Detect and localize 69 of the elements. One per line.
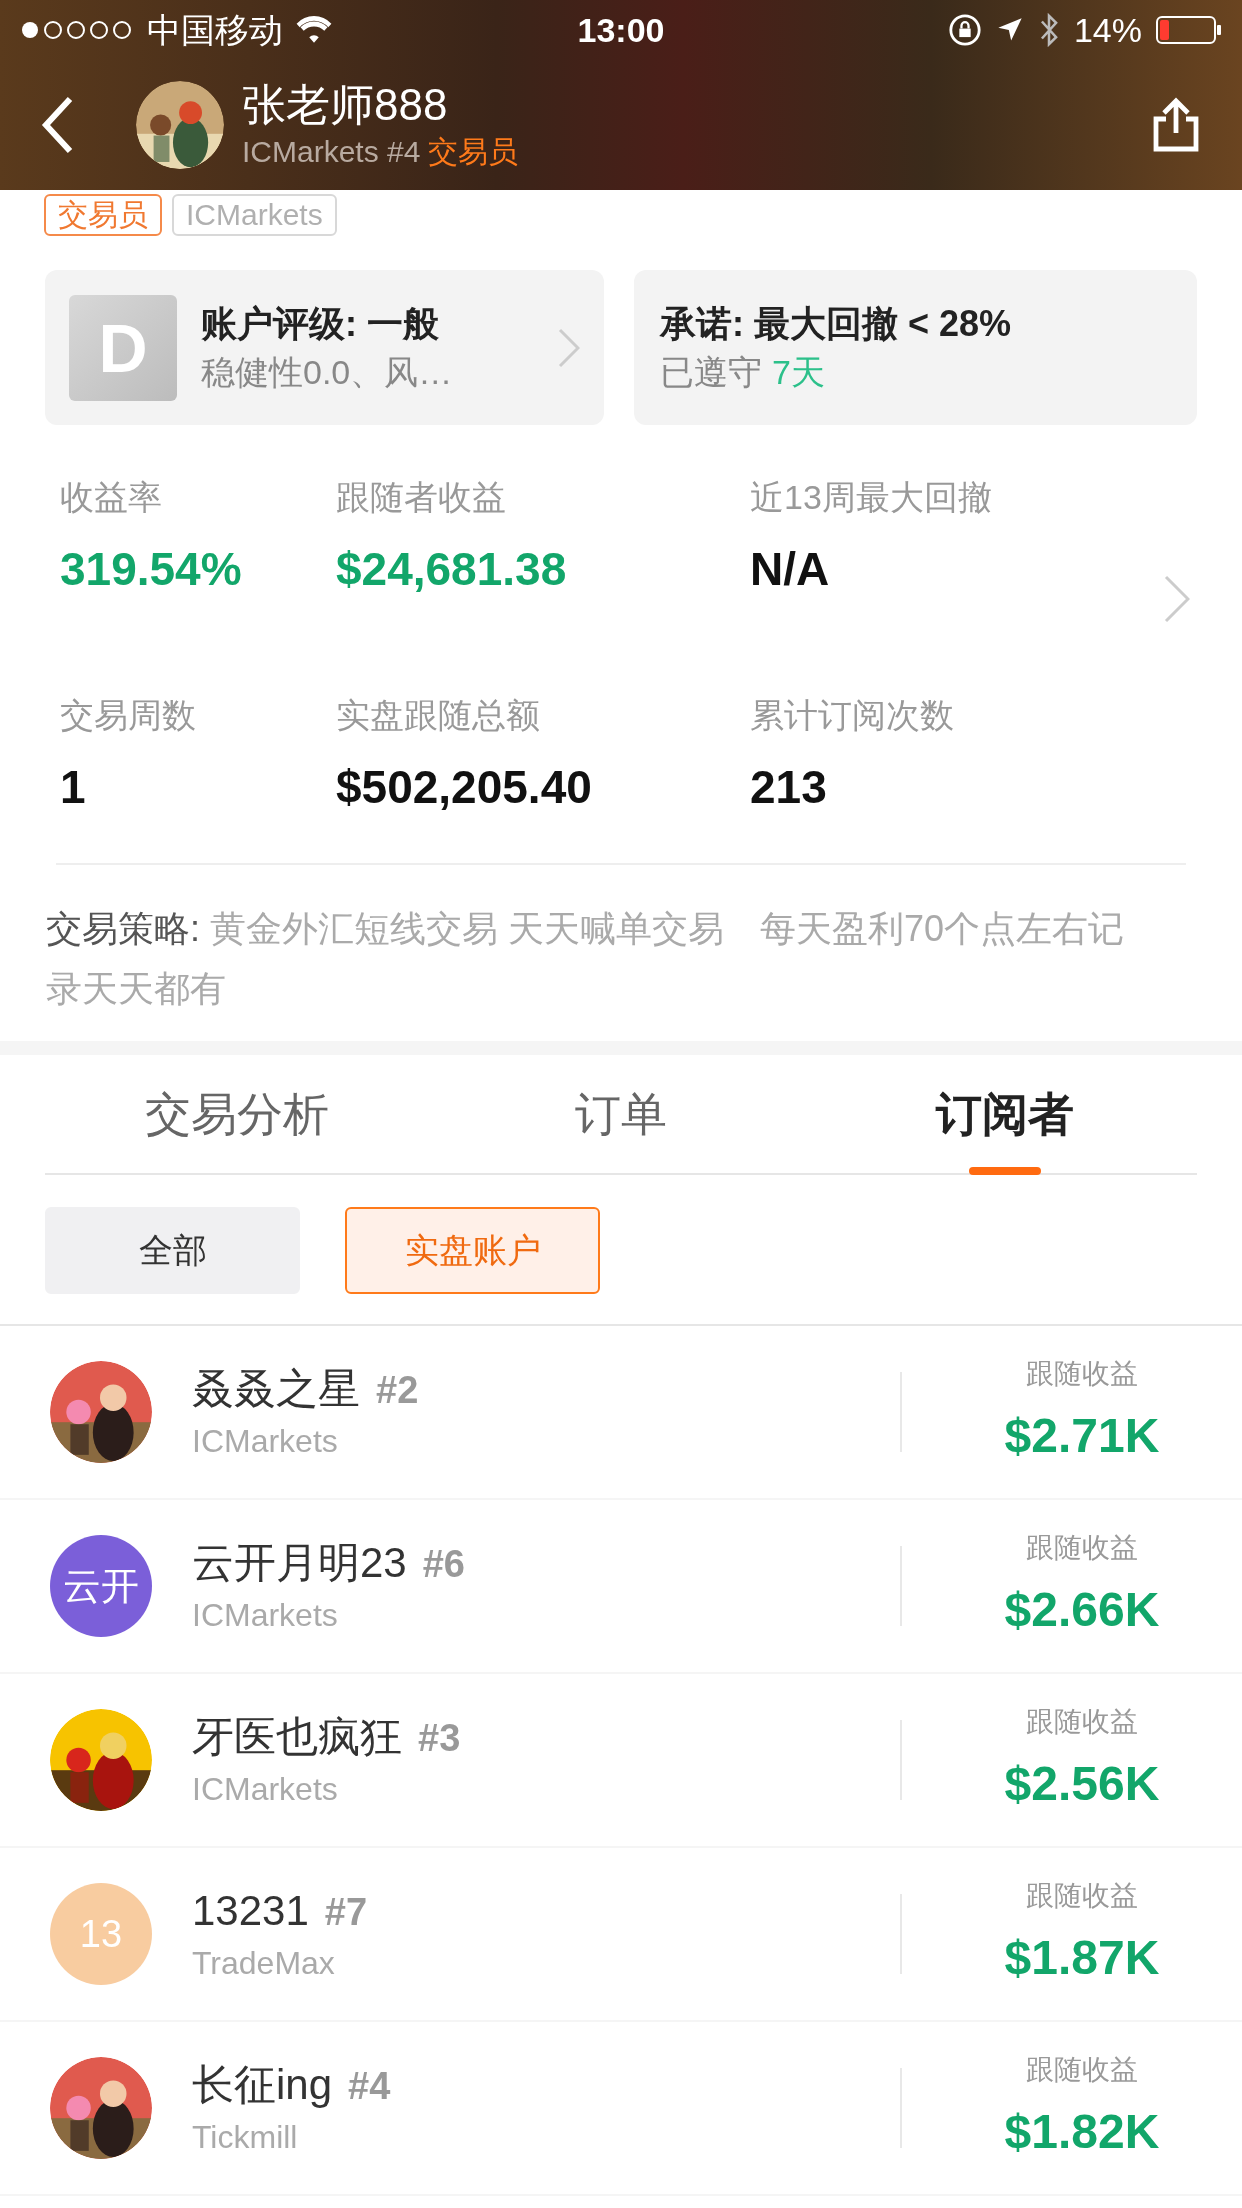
carrier-name: 中国移动 bbox=[147, 9, 283, 51]
strategy-text: 交易策略: 黄金外汇短线交易 天天喊单交易 每天盈利70个点左右记录天天都有 bbox=[46, 907, 1126, 1011]
stat-label: 跟随者收益 bbox=[336, 477, 507, 518]
subscriber-row[interactable]: 云开 云开月明23 #6 ICMarkets 跟随收益 $2.66K bbox=[0, 1500, 1242, 1674]
tab[interactable]: 订阅者 bbox=[813, 1055, 1197, 1173]
grade-badge: D bbox=[69, 294, 177, 401]
subscriber-rank: #4 bbox=[348, 2064, 391, 2109]
subscriber-name: 长征ing bbox=[192, 2060, 333, 2110]
tab[interactable]: 订单 bbox=[429, 1055, 813, 1173]
subscriber-name: 13231 bbox=[192, 1886, 309, 1936]
profit-value: $2.56K bbox=[1004, 1756, 1160, 1812]
tag: ICMarkets bbox=[172, 194, 337, 236]
profit-label: 跟随收益 bbox=[1026, 1879, 1138, 1913]
stat-label: 近13周最大回撤 bbox=[750, 477, 993, 518]
profit-value: $1.82K bbox=[1004, 2104, 1160, 2160]
subscriber-name: 云开月明23 bbox=[192, 1538, 407, 1588]
stat-label: 实盘跟随总额 bbox=[336, 695, 541, 736]
profit-value: $2.66K bbox=[1004, 1582, 1160, 1638]
broker-rank: ICMarkets #4 bbox=[242, 134, 421, 170]
stat-value: $24,681.38 bbox=[336, 542, 568, 597]
stat-label: 收益率 bbox=[60, 477, 163, 518]
stat-value: 213 bbox=[750, 760, 828, 815]
card-title: 账户评级: 一般 bbox=[201, 301, 440, 346]
filter-button[interactable]: 全部 bbox=[45, 1207, 300, 1294]
profit-value: $2.71K bbox=[1004, 1408, 1160, 1464]
battery-percent: 14% bbox=[1073, 9, 1142, 51]
tag: 交易员 bbox=[44, 194, 162, 236]
subscriber-broker: Tickmill bbox=[192, 2118, 299, 2157]
card-title: 承诺: 最大回撤 < 28% bbox=[660, 301, 1013, 346]
chevron-icon bbox=[558, 327, 580, 368]
subscriber-name: 牙医也疯狂 bbox=[192, 1712, 402, 1762]
subscriber-row[interactable]: 牙医也疯狂 #3 ICMarkets 跟随收益 $2.56K bbox=[0, 1674, 1242, 1848]
card-subtitle: 稳健性0.0、风… bbox=[201, 351, 454, 393]
subscriber-name: 叒叒之星 bbox=[192, 1364, 360, 1414]
card-subtitle: 已遵守 bbox=[660, 351, 762, 393]
chevron-icon bbox=[1164, 575, 1190, 623]
wifi-icon bbox=[295, 15, 333, 45]
subscriber-rank: #3 bbox=[418, 1716, 461, 1761]
profit-label: 跟随收益 bbox=[1026, 2053, 1138, 2087]
status-time: 13:00 bbox=[577, 9, 665, 51]
subscriber-row[interactable]: 13 13231 #7 TradeMax 跟随收益 $1.87K bbox=[0, 1848, 1242, 2022]
avatar: 13 bbox=[50, 1883, 152, 1985]
subscriber-broker: TradeMax bbox=[192, 1944, 336, 1983]
profit-label: 跟随收益 bbox=[1026, 1531, 1138, 1565]
stat-label: 交易周数 bbox=[60, 695, 197, 736]
subscriber-rank: #2 bbox=[376, 1368, 419, 1413]
rotation-lock-icon bbox=[947, 13, 982, 47]
role-label: 交易员 bbox=[428, 134, 519, 170]
stat-value: $502,205.40 bbox=[336, 760, 593, 815]
subscriber-broker: ICMarkets bbox=[192, 1422, 339, 1461]
subscriber-rank: #7 bbox=[324, 1890, 368, 1935]
tab[interactable]: 交易分析 bbox=[45, 1055, 429, 1173]
stat-label: 累计订阅次数 bbox=[750, 695, 955, 736]
profit-label: 跟随收益 bbox=[1026, 1357, 1138, 1391]
profit-value: $1.87K bbox=[1004, 1930, 1160, 1986]
days-count: 7天 bbox=[772, 351, 825, 393]
rating-card[interactable]: D 账户评级: 一般 稳健性0.0、风… bbox=[45, 270, 604, 425]
profit-label: 跟随收益 bbox=[1026, 1705, 1138, 1739]
subscriber-rank: #6 bbox=[422, 1542, 465, 1587]
subscriber-broker: ICMarkets bbox=[192, 1770, 339, 1809]
battery-icon bbox=[1156, 15, 1222, 45]
subscriber-row[interactable]: 叒叒之星 #2 ICMarkets 跟随收益 $2.71K bbox=[0, 1326, 1242, 1500]
subscriber-row[interactable]: 长征ing #4 Tickmill 跟随收益 $1.82K bbox=[0, 2022, 1242, 2196]
avatar: 云开 bbox=[50, 1535, 152, 1637]
stat-value: N/A bbox=[750, 542, 831, 597]
stat-value: 1 bbox=[60, 760, 87, 815]
subscriber-broker: ICMarkets bbox=[192, 1596, 339, 1635]
trader-name: 张老师888 bbox=[242, 79, 449, 131]
stat-value: 319.54% bbox=[60, 542, 243, 597]
